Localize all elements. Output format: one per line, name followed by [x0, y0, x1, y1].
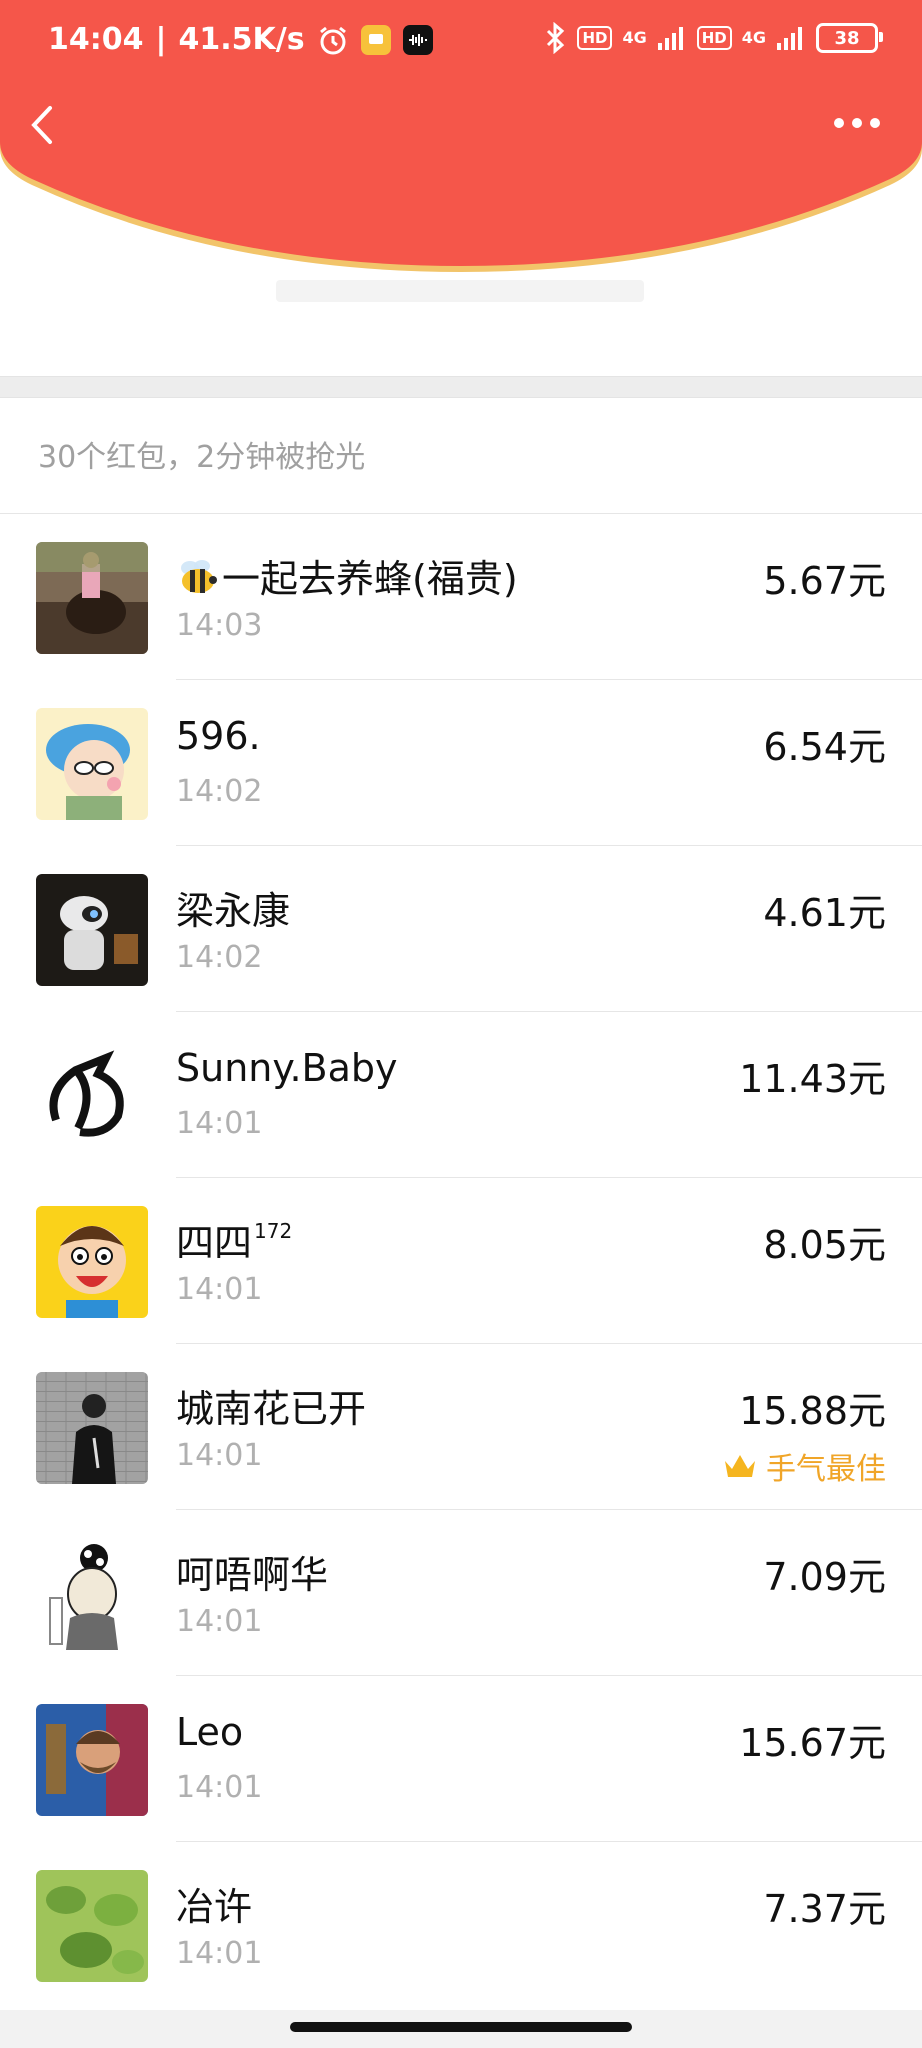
chevron-left-icon — [31, 106, 52, 144]
amount: 5.67元 — [763, 559, 886, 603]
red-envelope-header: 14:04 | 41.5K/s HD 4G HD 4G 38 — [0, 0, 922, 280]
recipient-name: 冶许 — [176, 1885, 253, 1929]
recipient-name: 一起去养蜂(福贵) — [176, 548, 518, 607]
name-superscript: 172 — [254, 1219, 293, 1243]
amount: 15.67元 — [739, 1721, 886, 1765]
receive-time: 14:02 — [176, 774, 263, 809]
amount: 4.61元 — [763, 891, 886, 935]
bee-emoji-icon — [176, 554, 220, 607]
recipient-name-text: 一起去养蜂(福贵) — [222, 557, 518, 601]
list-item[interactable]: Leo 14:01 15.67元 — [0, 1676, 922, 1842]
list-item[interactable]: 冶许 14:01 7.37元 — [0, 1842, 922, 2008]
back-button[interactable] — [22, 98, 66, 152]
music-app-icon — [402, 24, 433, 55]
status-bar: 14:04 | 41.5K/s HD 4G HD 4G 38 — [0, 0, 922, 84]
avatar — [36, 874, 148, 986]
amount: 8.05元 — [763, 1223, 886, 1267]
receive-time: 14:03 — [176, 608, 263, 643]
best-luck-label: 手气最佳 — [766, 1452, 886, 1487]
amount: 11.43元 — [739, 1057, 886, 1101]
receive-time: 14:01 — [176, 1106, 263, 1141]
recipient-name: 梁永康 — [176, 889, 291, 933]
avatar — [36, 1372, 148, 1484]
recipient-name: 596. — [176, 714, 261, 758]
recipient-name: 四四 172 — [176, 1212, 292, 1267]
receive-time: 14:01 — [176, 1770, 263, 1805]
avatar — [36, 1206, 148, 1318]
crown-icon — [725, 1455, 755, 1477]
hd-badge-1: HD — [577, 26, 613, 50]
list-item[interactable]: 四四 172 14:01 8.05元 — [0, 1178, 922, 1344]
home-indicator[interactable] — [290, 2022, 632, 2032]
avatar — [36, 542, 148, 654]
network-type-2: 4G — [741, 28, 766, 47]
alarm-icon — [317, 24, 349, 56]
envelope-summary: 30个红包，2分钟被抢光 — [38, 440, 366, 475]
more-dot-icon — [834, 118, 844, 128]
recipient-name: Sunny.Baby — [176, 1046, 398, 1090]
recipient-name: Leo — [176, 1710, 244, 1754]
notification-app-icon — [360, 24, 391, 55]
amount: 7.09元 — [763, 1555, 886, 1599]
signal-icon-1 — [657, 25, 687, 51]
list-item[interactable]: 596. 14:02 6.54元 — [0, 680, 922, 846]
network-speed: 41.5K/s — [178, 22, 305, 57]
recipient-name-text: 四四 — [176, 1221, 253, 1265]
avatar — [36, 1704, 148, 1816]
hd-badge-2: HD — [696, 26, 732, 50]
amount: 7.37元 — [763, 1887, 886, 1931]
avatar — [36, 708, 148, 820]
signal-icon-2 — [776, 25, 806, 51]
section-divider — [0, 376, 922, 398]
list-item[interactable]: 城南花已开 14:01 15.88元 手气最佳 — [0, 1344, 922, 1510]
receive-time: 14:01 — [176, 1272, 263, 1307]
amount: 15.88元 — [739, 1389, 886, 1433]
status-separator: | — [155, 22, 167, 57]
list-item[interactable]: Sunny.Baby 14:01 11.43元 — [0, 1012, 922, 1178]
receive-time: 14:01 — [176, 1604, 263, 1639]
receive-time: 14:01 — [176, 1936, 263, 1971]
bluetooth-icon — [543, 22, 567, 54]
battery-icon: 38 — [816, 23, 883, 53]
list-item[interactable]: 呵唔啊华 14:01 7.09元 — [0, 1510, 922, 1676]
recipient-name: 城南花已开 — [176, 1387, 367, 1431]
recipient-list: 一起去养蜂(福贵) 14:03 5.67元 596. 14:02 6.54元 梁… — [0, 514, 922, 2008]
more-dot-icon — [852, 118, 862, 128]
best-luck-badge: 手气最佳 — [722, 1444, 886, 1488]
battery-level: 38 — [834, 27, 860, 49]
status-time: 14:04 — [48, 22, 144, 57]
list-item[interactable]: 一起去养蜂(福贵) 14:03 5.67元 — [0, 514, 922, 680]
receive-time: 14:01 — [176, 1438, 263, 1473]
list-item[interactable]: 梁永康 14:02 4.61元 — [0, 846, 922, 1012]
recipient-name: 呵唔啊华 — [176, 1553, 329, 1597]
receive-time: 14:02 — [176, 940, 263, 975]
network-type-1: 4G — [622, 28, 647, 47]
avatar — [36, 1538, 148, 1650]
avatar — [36, 1040, 148, 1152]
more-dot-icon — [870, 118, 880, 128]
amount: 6.54元 — [763, 725, 886, 769]
more-options-button[interactable] — [834, 110, 884, 136]
avatar — [36, 1870, 148, 1982]
header-placeholder-bar — [276, 280, 644, 302]
